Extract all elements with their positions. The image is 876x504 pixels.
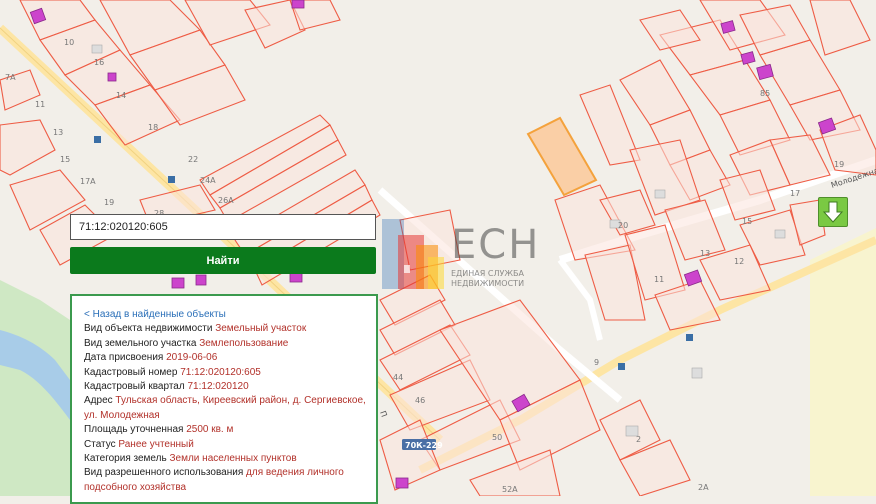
- svg-text:15: 15: [742, 217, 752, 226]
- info-row-parcel-type: Вид земельного участка Землепользование: [84, 337, 289, 349]
- svg-text:11: 11: [654, 275, 664, 284]
- search-button[interactable]: Найти: [70, 247, 376, 274]
- info-row-cadastral-number: Кадастровый номер 71:12:020120:605: [84, 366, 261, 378]
- info-row-status: Статус Ранее учтенный: [84, 438, 194, 450]
- svg-text:14: 14: [116, 91, 126, 100]
- svg-text:70К-229: 70К-229: [405, 441, 443, 450]
- road-shield: 70К-229: [402, 439, 443, 450]
- svg-text:24А: 24А: [200, 176, 216, 185]
- svg-text:7А: 7А: [5, 73, 16, 82]
- svg-text:12: 12: [734, 257, 744, 266]
- svg-text:15: 15: [60, 155, 70, 164]
- info-row-land-category: Категория земель Земли населенных пункто…: [84, 453, 297, 465]
- info-row-date: Дата присвоения 2019-06-06: [84, 352, 218, 364]
- arrow-down-icon: [822, 201, 844, 223]
- logo-title: ЕСН: [451, 222, 541, 268]
- back-to-results-link[interactable]: < Назад в найденные объекты: [84, 308, 366, 322]
- svg-text:26А: 26А: [218, 196, 234, 205]
- logo-subtitle: ЕДИНАЯ СЛУЖБА НЕДВИЖИМОСТИ: [451, 269, 525, 288]
- info-row-permitted-use: Вид разрешенного использования для веден…: [84, 467, 344, 493]
- svg-text:17А: 17А: [80, 177, 96, 186]
- svg-text:11: 11: [35, 100, 45, 109]
- svg-text:16: 16: [94, 58, 104, 67]
- svg-text:9: 9: [594, 358, 599, 367]
- info-row-object-type: Вид объекта недвижимости Земельный участ…: [84, 323, 307, 335]
- esn-logo: ЕСН ЕДИНАЯ СЛУЖБА НЕДВИЖИМОСТИ: [354, 205, 538, 295]
- street-label-partial: П: [378, 410, 389, 419]
- layer-toggle-button[interactable]: [818, 197, 848, 227]
- svg-text:2: 2: [636, 435, 641, 444]
- svg-text:13: 13: [700, 249, 710, 258]
- svg-text:18: 18: [148, 123, 158, 132]
- info-row-cadastral-block: Кадастровый квартал 71:12:020120: [84, 381, 249, 393]
- svg-text:50: 50: [492, 433, 502, 442]
- svg-text:17: 17: [790, 189, 800, 198]
- svg-text:20: 20: [618, 221, 628, 230]
- svg-text:19: 19: [104, 198, 114, 207]
- svg-text:10: 10: [64, 38, 74, 47]
- parcel-info-panel: < Назад в найденные объекты Вид объекта …: [70, 294, 378, 504]
- svg-text:52А: 52А: [502, 485, 518, 494]
- svg-text:2А: 2А: [698, 483, 709, 492]
- info-row-area: Площадь уточненная 2500 кв. м: [84, 424, 234, 436]
- info-row-address: Адрес Тульская область, Киреевский район…: [84, 395, 366, 421]
- svg-text:46: 46: [415, 396, 425, 405]
- selected-parcel[interactable]: [526, 116, 598, 197]
- svg-text:44: 44: [393, 373, 403, 382]
- svg-text:13: 13: [53, 128, 63, 137]
- svg-text:85: 85: [760, 89, 770, 98]
- cadastral-search-input[interactable]: [70, 214, 376, 240]
- svg-text:19: 19: [834, 160, 844, 169]
- svg-text:22: 22: [188, 155, 198, 164]
